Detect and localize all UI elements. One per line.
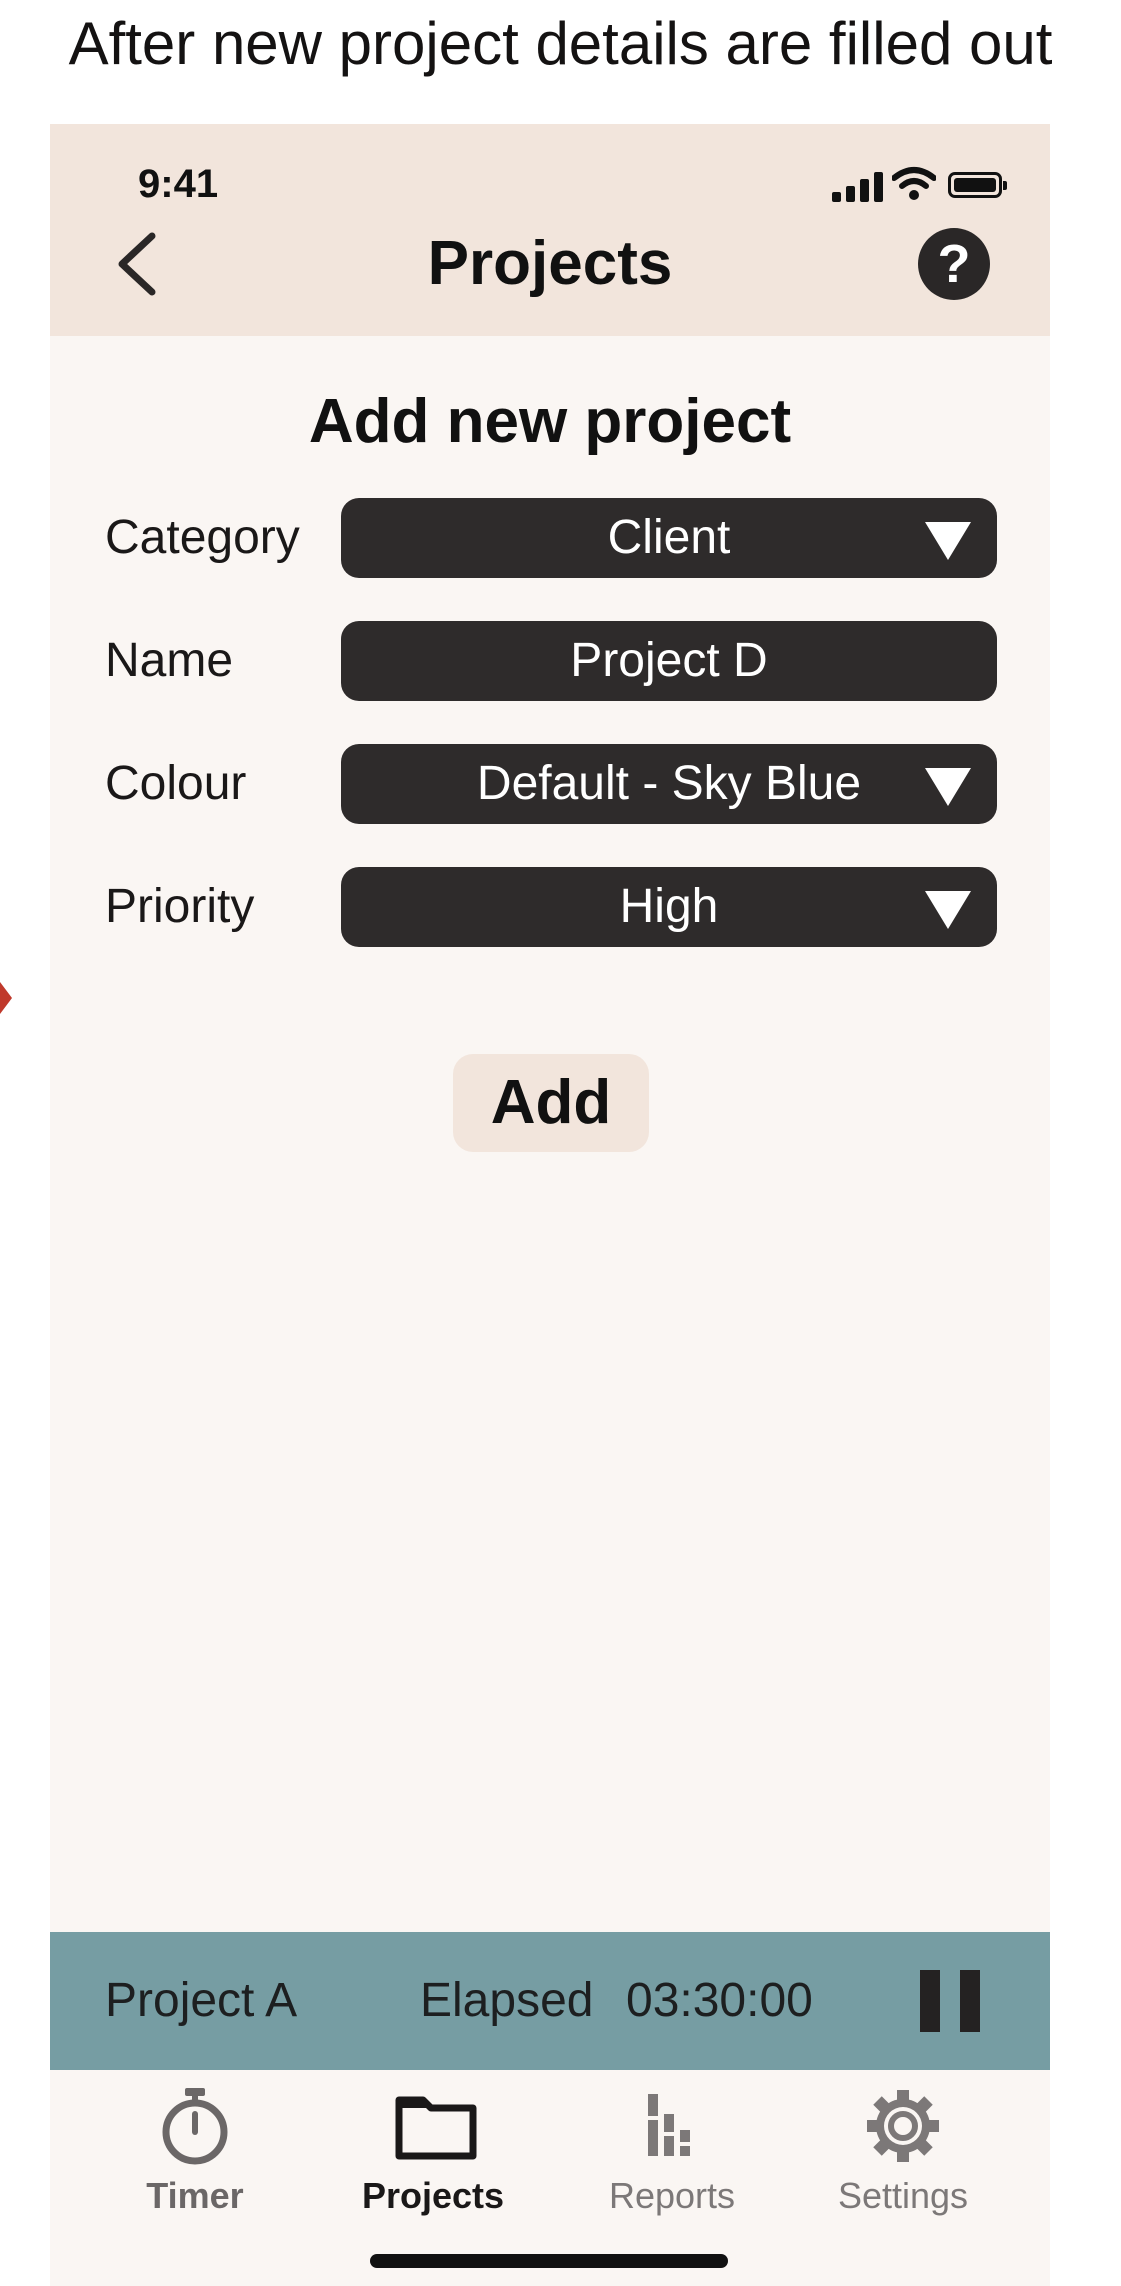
- help-button[interactable]: ?: [918, 228, 990, 300]
- header: 9:41 Projects ?: [50, 124, 1050, 336]
- status-icons: [832, 166, 1012, 206]
- dropdown-caret-icon: [925, 768, 971, 806]
- tab-reports[interactable]: Reports: [572, 2070, 772, 2230]
- battery-icon: [948, 172, 1007, 198]
- tab-projects-label: Projects: [361, 2175, 505, 2216]
- category-value: Client: [607, 511, 731, 564]
- running-timer-bar[interactable]: Project A Elapsed 03:30:00: [50, 1932, 1050, 2070]
- bar-chart-icon: [648, 2094, 690, 2156]
- tab-projects[interactable]: Projects: [333, 2070, 533, 2230]
- page-title: Projects: [427, 229, 673, 298]
- priority-dropdown[interactable]: High: [341, 867, 997, 947]
- category-dropdown[interactable]: Client: [341, 498, 997, 578]
- status-time: 9:41: [138, 162, 219, 206]
- wifi-icon: [892, 167, 936, 200]
- timer-elapsed-label: Elapsed: [420, 1974, 594, 2027]
- home-indicator: [370, 2254, 728, 2268]
- colour-dropdown[interactable]: Default - Sky Blue: [341, 744, 997, 824]
- colour-row: Colour Default - Sky Blue: [50, 744, 1050, 824]
- name-value: Project D: [570, 634, 768, 687]
- folder-icon: [395, 2096, 477, 2160]
- signal-icon: [832, 170, 884, 202]
- form-title: Add new project: [308, 387, 792, 456]
- red-arrow-marker: [0, 982, 12, 1014]
- gear-icon: [867, 2090, 939, 2162]
- add-button[interactable]: Add: [453, 1054, 649, 1152]
- dropdown-caret-icon: [925, 522, 971, 560]
- tab-reports-label: Reports: [608, 2175, 736, 2216]
- tab-settings[interactable]: Settings: [803, 2070, 1003, 2230]
- timer-project-name: Project A: [105, 1974, 298, 2027]
- timer-elapsed-time: 03:30:00: [626, 1974, 813, 2027]
- name-label: Name: [105, 634, 234, 687]
- colour-label: Colour: [105, 757, 247, 810]
- stopwatch-icon: [162, 2088, 228, 2165]
- priority-row: Priority High: [50, 867, 1050, 947]
- category-row: Category Client: [50, 498, 1050, 578]
- tab-timer[interactable]: Timer: [95, 2070, 295, 2230]
- caption: After new project details are filled out: [68, 10, 1053, 77]
- phone-screen: 9:41 Projects ? Add new project Category…: [50, 124, 1050, 2286]
- tab-timer-label: Timer: [146, 2175, 244, 2216]
- priority-label: Priority: [105, 880, 255, 933]
- name-row: Name Project D: [50, 621, 1050, 701]
- pause-icon[interactable]: [920, 1970, 980, 2032]
- dropdown-caret-icon: [925, 891, 971, 929]
- priority-value: High: [619, 880, 719, 933]
- tab-settings-label: Settings: [837, 2175, 969, 2216]
- name-input[interactable]: Project D: [341, 621, 997, 701]
- colour-value: Default - Sky Blue: [476, 757, 862, 810]
- category-label: Category: [105, 511, 300, 564]
